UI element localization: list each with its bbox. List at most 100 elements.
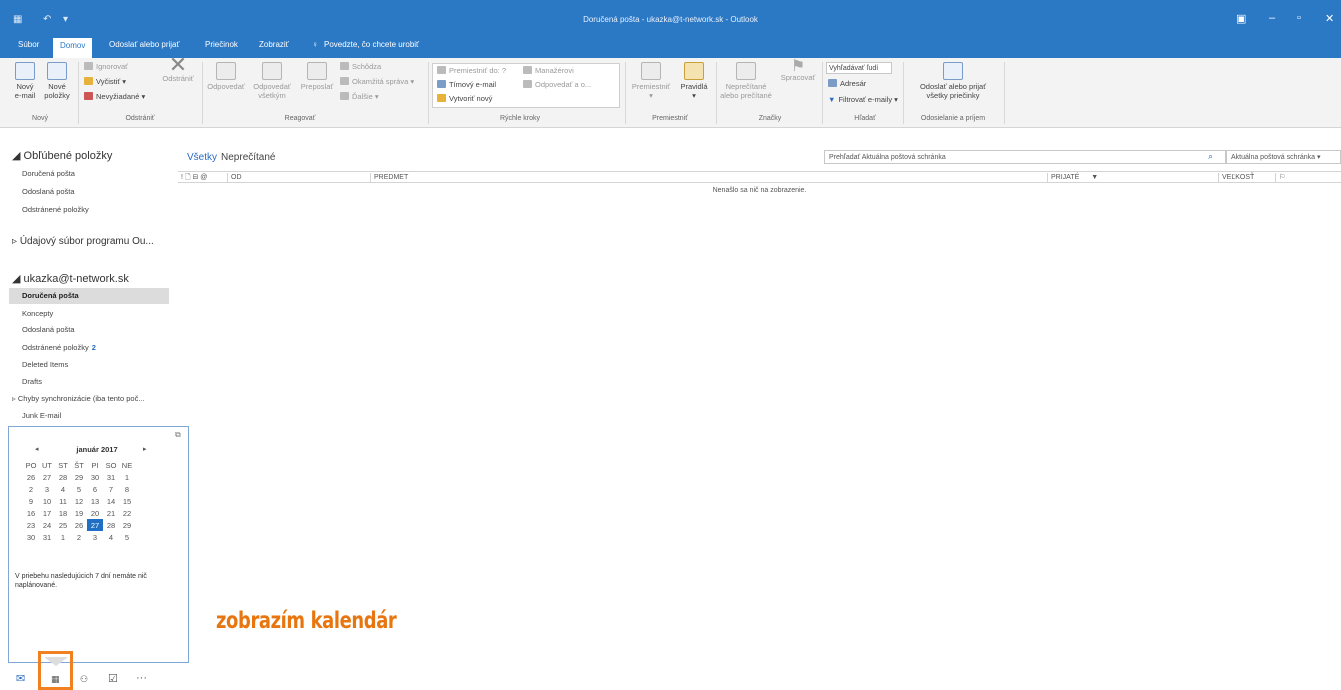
favorite-inbox[interactable]: Doručená pošta <box>9 166 169 182</box>
icon-columns[interactable]: ! 🗋 ⊟ @ <box>178 173 207 183</box>
move-button[interactable]: Premiestniť ▾ <box>628 62 674 100</box>
reply-all-button[interactable]: Odpovedať všetkým <box>250 62 294 100</box>
next-month-icon[interactable]: ▸ <box>143 445 147 453</box>
calendar-day[interactable]: 25 <box>55 519 71 531</box>
im-button[interactable]: Okamžitá správa ▾ <box>340 77 414 86</box>
folder-sent[interactable]: Odoslaná pošta <box>9 322 169 338</box>
qs-move-button[interactable]: Premiestniť do: ? <box>437 66 506 75</box>
calendar-day[interactable]: 30 <box>23 531 39 543</box>
cleanup-button[interactable]: Vyčistiť ▾ <box>84 77 126 86</box>
calendar-day[interactable]: 5 <box>71 483 87 495</box>
unread-read-button[interactable]: Neprečítané alebo prečítané <box>718 62 774 100</box>
qs-reply-delete-button[interactable]: Odpovedať a o... <box>523 80 591 89</box>
calendar-day[interactable]: 10 <box>39 495 55 507</box>
calendar-day-today[interactable]: 27 <box>87 519 103 531</box>
calendar-day[interactable]: 31 <box>39 531 55 543</box>
qs-team-button[interactable]: Tímový e-mail <box>437 80 496 89</box>
mail-icon[interactable]: ✉ <box>16 672 25 685</box>
calendar-day[interactable]: 19 <box>71 507 87 519</box>
qs-create-button[interactable]: Vytvoriť nový <box>437 94 492 103</box>
more-respond-button[interactable]: Ďalšie ▾ <box>340 92 379 101</box>
send-receive-all-button[interactable]: Odoslať alebo prijať všetky priečinky <box>905 62 1001 100</box>
calendar-day[interactable]: 29 <box>71 471 87 483</box>
search-icon[interactable]: ⌕ <box>1208 151 1213 162</box>
calendar-day[interactable]: 9 <box>23 495 39 507</box>
calendar-day[interactable]: 24 <box>39 519 55 531</box>
calendar-day[interactable]: 18 <box>55 507 71 519</box>
junk-button[interactable]: Nevyžiadané ▾ <box>84 92 145 101</box>
calendar-day[interactable]: 6 <box>87 483 103 495</box>
search-people-input[interactable]: Vyhľadávať ľudí <box>826 62 892 74</box>
calendar-day[interactable]: 20 <box>87 507 103 519</box>
calendar-day[interactable]: 13 <box>87 495 103 507</box>
folder-drafts-sk[interactable]: Koncepty <box>9 306 169 322</box>
minimize-icon[interactable]: – <box>1269 12 1275 24</box>
new-email-button[interactable]: Nový e-mail <box>10 62 40 100</box>
calendar-day[interactable]: 15 <box>119 495 135 507</box>
tell-me-search[interactable]: Povedzte, čo chcete urobiť <box>324 40 419 49</box>
column-size[interactable]: VEĽKOSŤ <box>1218 173 1254 183</box>
folder-inbox[interactable]: Doručená pošta <box>9 288 169 304</box>
calendar-day[interactable]: 30 <box>87 471 103 483</box>
data-file-header[interactable]: ▹ Údajový súbor programu Ou... <box>12 236 154 247</box>
account-header[interactable]: ◢ ukazka@t-network.sk <box>12 272 129 285</box>
ribbon-display-icon[interactable]: ▣ <box>1236 12 1246 25</box>
calendar-day[interactable]: 8 <box>119 483 135 495</box>
favorite-deleted[interactable]: Odstránené položky <box>9 202 169 218</box>
folder-deleted-items[interactable]: Deleted Items <box>9 357 169 373</box>
new-items-button[interactable]: Nové položky <box>42 62 72 100</box>
calendar-day[interactable]: 4 <box>55 483 71 495</box>
search-scope-dropdown[interactable]: Aktuálna poštová schránka ▾ <box>1226 150 1341 164</box>
folder-sync-issues[interactable]: ▹ Chyby synchronizácie (iba tento poč... <box>9 391 169 407</box>
close-icon[interactable]: ✕ <box>1325 12 1334 25</box>
folder-junk[interactable]: Junk E-mail <box>9 408 169 424</box>
filter-unread[interactable]: Neprečítané <box>221 152 275 163</box>
reply-button[interactable]: Odpovedať <box>204 62 248 91</box>
calendar-day[interactable]: 4 <box>103 531 119 543</box>
dock-peek-icon[interactable]: ⧉ <box>175 430 181 440</box>
calendar-day[interactable]: 1 <box>119 471 135 483</box>
favorite-sent[interactable]: Odoslaná pošta <box>9 184 169 200</box>
calendar-day[interactable]: 12 <box>71 495 87 507</box>
calendar-day[interactable]: 11 <box>55 495 71 507</box>
calendar-day[interactable]: 2 <box>23 483 39 495</box>
tab-home[interactable]: Domov <box>53 38 93 58</box>
calendar-day[interactable]: 16 <box>23 507 39 519</box>
calendar-day[interactable]: 14 <box>103 495 119 507</box>
favorites-header[interactable]: ◢ Obľúbené položky <box>12 149 112 162</box>
people-icon[interactable]: ⚇ <box>80 674 88 685</box>
calendar-day[interactable]: 2 <box>71 531 87 543</box>
calendar-day[interactable]: 22 <box>119 507 135 519</box>
maximize-icon[interactable]: ▫ <box>1297 12 1301 24</box>
filter-email-button[interactable]: ▼ Filtrovať e-maily ▾ <box>828 95 898 104</box>
calendar-day[interactable]: 3 <box>39 483 55 495</box>
forward-button[interactable]: Preposlať <box>297 62 337 91</box>
calendar-day[interactable]: 3 <box>87 531 103 543</box>
calendar-day[interactable]: 17 <box>39 507 55 519</box>
column-subject[interactable]: PREDMET <box>370 173 408 183</box>
calendar-day[interactable]: 27 <box>39 471 55 483</box>
tab-send-receive[interactable]: Odoslať alebo prijať <box>109 40 179 49</box>
tab-file[interactable]: Súbor <box>18 40 39 49</box>
search-input[interactable]: Prehľadať Aktuálna poštová schránka <box>824 150 1226 164</box>
column-flag[interactable]: ⚐ <box>1275 173 1285 183</box>
calendar-day[interactable]: 26 <box>23 471 39 483</box>
rules-button[interactable]: Pravidlá ▾ <box>676 62 712 100</box>
calendar-day[interactable]: 7 <box>103 483 119 495</box>
calendar-day[interactable]: 26 <box>71 519 87 531</box>
folder-drafts[interactable]: Drafts <box>9 374 169 390</box>
calendar-day[interactable]: 28 <box>55 471 71 483</box>
ignore-button[interactable]: Ignorovať <box>84 62 128 71</box>
folder-deleted-sk[interactable]: Odstránené položky 2 <box>9 340 169 356</box>
followup-button[interactable]: ⚑ Spracovať <box>776 59 820 83</box>
calendar-day[interactable]: 29 <box>119 519 135 531</box>
calendar-day[interactable]: 31 <box>103 471 119 483</box>
tab-view[interactable]: Zobraziť <box>259 40 289 49</box>
tab-folder[interactable]: Priečinok <box>205 40 238 49</box>
calendar-day[interactable]: 5 <box>119 531 135 543</box>
meeting-button[interactable]: Schôdza <box>340 62 381 71</box>
address-book-button[interactable]: Adresár <box>828 79 866 88</box>
delete-button[interactable]: ✕ Odstrániť <box>160 54 196 84</box>
column-from[interactable]: OD <box>227 173 242 183</box>
calendar-day[interactable]: 28 <box>103 519 119 531</box>
